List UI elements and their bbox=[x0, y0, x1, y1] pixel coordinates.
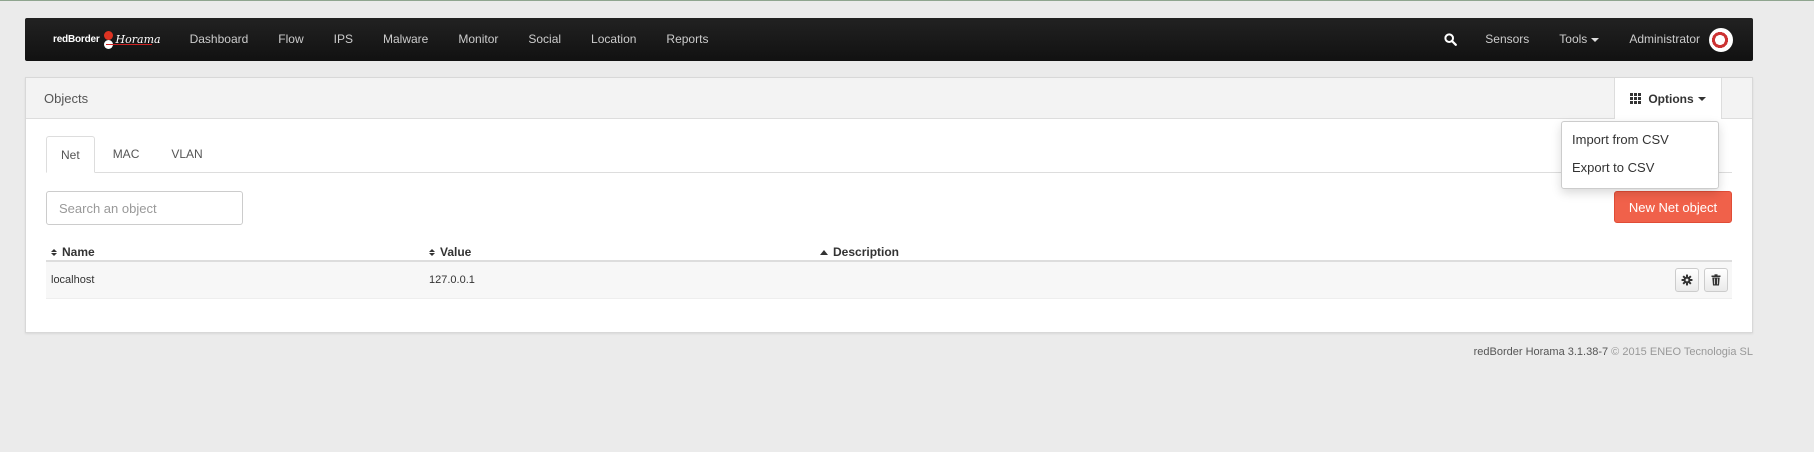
nav-sensors[interactable]: Sensors bbox=[1470, 18, 1544, 61]
brand-name-part1: redBorder bbox=[53, 34, 100, 45]
menu-item-export-csv[interactable]: Export to CSV bbox=[1562, 154, 1718, 182]
avatar[interactable] bbox=[1709, 27, 1733, 52]
column-header-description[interactable]: Description bbox=[820, 245, 899, 259]
options-button[interactable]: Options bbox=[1614, 78, 1722, 119]
nav-flow[interactable]: Flow bbox=[263, 18, 318, 61]
panel-header: Objects Options bbox=[26, 78, 1752, 119]
brand-underline bbox=[106, 44, 152, 45]
edit-button[interactable] bbox=[1675, 268, 1699, 292]
page-title: Objects bbox=[44, 91, 89, 106]
object-tabs: Net MAC VLAN bbox=[46, 136, 1732, 173]
footer-version: redBorder Horama 3.1.38-7 bbox=[1473, 346, 1609, 358]
nav-location[interactable]: Location bbox=[576, 18, 651, 61]
footer: redBorder Horama 3.1.38-7 © 2015 ENEO Te… bbox=[1474, 346, 1753, 358]
column-header-label: Name bbox=[62, 245, 95, 259]
objects-panel: Objects Options Net MAC VLAN New Net obj… bbox=[25, 77, 1753, 333]
gear-icon bbox=[1681, 274, 1693, 286]
tab-net[interactable]: Net bbox=[46, 136, 95, 173]
nav-ips[interactable]: IPS bbox=[319, 18, 368, 61]
column-header-name[interactable]: Name bbox=[51, 245, 95, 259]
search-icon[interactable] bbox=[1430, 18, 1470, 61]
nav-right: Sensors Tools Administrator bbox=[1430, 18, 1733, 61]
nav-tools-label: Tools bbox=[1559, 32, 1588, 46]
options-dropdown-menu: Import from CSV Export to CSV bbox=[1561, 121, 1719, 189]
row-actions bbox=[1675, 268, 1728, 292]
delete-button[interactable] bbox=[1704, 268, 1728, 292]
nav-monitor[interactable]: Monitor bbox=[443, 18, 513, 61]
cell-name: localhost bbox=[51, 274, 95, 286]
main-nav: Dashboard Flow IPS Malware Monitor Socia… bbox=[175, 18, 724, 61]
column-header-value[interactable]: Value bbox=[429, 245, 471, 259]
tab-vlan[interactable]: VLAN bbox=[157, 136, 216, 172]
chevron-down-icon bbox=[1697, 96, 1706, 101]
chevron-down-icon bbox=[1591, 37, 1600, 42]
options-label: Options bbox=[1648, 91, 1694, 106]
nav-reports[interactable]: Reports bbox=[651, 18, 723, 61]
footer-copyright: © 2015 ENEO Tecnologia SL bbox=[1611, 346, 1753, 358]
column-header-label: Description bbox=[833, 245, 900, 259]
nav-tools-dropdown[interactable]: Tools bbox=[1544, 18, 1614, 61]
table-row: localhost 127.0.0.1 bbox=[46, 262, 1732, 299]
brand-mark-icon bbox=[102, 30, 114, 49]
trash-icon bbox=[1711, 274, 1721, 286]
sort-icon bbox=[429, 248, 435, 256]
top-border bbox=[0, 0, 1814, 1]
cell-value: 127.0.0.1 bbox=[429, 274, 475, 286]
table-header: Name Value Description bbox=[46, 242, 1732, 262]
column-header-label: Value bbox=[440, 245, 472, 259]
nav-social[interactable]: Social bbox=[513, 18, 576, 61]
nav-user-menu[interactable]: Administrator bbox=[1614, 18, 1715, 61]
menu-item-import-csv[interactable]: Import from CSV bbox=[1562, 126, 1718, 154]
objects-table: Name Value Description localhost 127.0.0… bbox=[46, 242, 1732, 299]
tab-mac[interactable]: MAC bbox=[99, 136, 154, 172]
new-net-object-button[interactable]: New Net object bbox=[1614, 191, 1732, 223]
search-input[interactable] bbox=[46, 191, 243, 225]
brand-logo[interactable]: redBorder Horama bbox=[53, 18, 161, 61]
sort-icon bbox=[51, 248, 57, 256]
grid-icon bbox=[1630, 93, 1642, 104]
nav-dashboard[interactable]: Dashboard bbox=[175, 18, 264, 61]
top-navbar: redBorder Horama Dashboard Flow IPS Malw… bbox=[25, 18, 1753, 61]
nav-malware[interactable]: Malware bbox=[368, 18, 443, 61]
sort-ascending-icon bbox=[820, 249, 828, 255]
